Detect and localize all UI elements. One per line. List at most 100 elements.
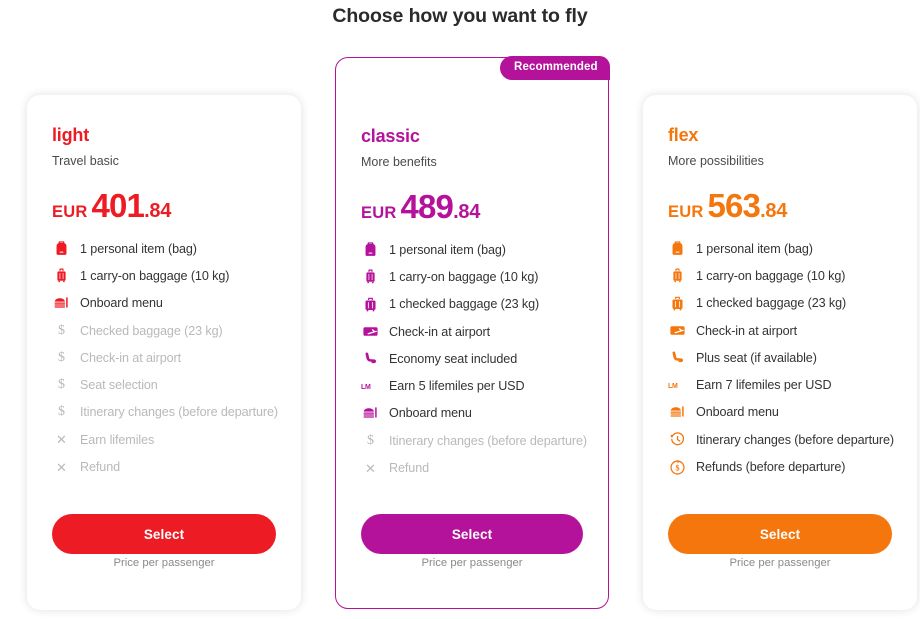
price-currency: EUR [52,203,88,221]
dollar-icon: $ [367,432,374,448]
price-per-passenger-note-flex: Price per passenger [729,557,831,569]
feature-label: Earn 5 lifemiles per USD [389,379,525,394]
feature-label: 1 personal item (bag) [696,241,813,256]
price-per-passenger-note-light: Price per passenger [113,557,215,569]
refund-icon: $ [668,458,687,477]
lifemiles-icon: LM [361,377,380,396]
feature-label: Itinerary changes (before departure) [696,432,895,447]
feature-label: Refund [389,461,430,476]
fare-name-classic: classic [361,126,420,146]
feature-item: Check-in at airport [361,318,590,345]
feature-item: Itinerary changes (before departure) [668,426,899,453]
price-decimal: .84 [144,200,172,222]
fare-card-light[interactable]: light Travel basic EUR 401.84 1 personal ite… [27,95,301,610]
feature-label: 1 personal item (bag) [389,242,506,257]
feature-label: Check-in at airport [696,323,797,338]
dollar-icon: $ [58,404,65,420]
select-button-classic[interactable]: Select [361,514,583,554]
feature-item: 1 checked baggage (23 kg) [361,291,590,318]
feature-item: Check-in at airport [668,317,899,344]
svg-text:$: $ [675,463,679,472]
feature-item: $ Check-in at airport [52,344,283,371]
lifemiles-icon: LM [668,376,687,395]
svg-text:LM: LM [361,384,371,391]
feature-label: Earn lifemiles [80,432,155,447]
fare-tagline-classic: More benefits [361,155,437,169]
feature-label: Seat selection [80,378,158,393]
feature-list-flex: 1 personal item (bag) 1 carry-on baggage … [668,235,899,481]
feature-item: $ Checked baggage (23 kg) [52,317,283,344]
feature-label: 1 carry-on baggage (10 kg) [696,268,846,283]
feature-label: Onboard menu [696,405,779,420]
feature-item: LM Earn 7 lifemiles per USD [668,371,899,398]
feature-label: Check-in at airport [80,350,181,365]
feature-list-classic: 1 personal item (bag) 1 carry-on baggage … [361,236,590,482]
feature-item: $ Seat selection [52,371,283,398]
onboard-menu-icon [52,294,71,313]
fare-card-classic[interactable]: Recommended classic More benefits EUR 489.84… [335,56,610,609]
feature-label: Check-in at airport [389,324,490,339]
feature-item: ✕ Refund [52,453,283,480]
checked-bag-icon [668,294,687,313]
price-per-passenger-note-classic: Price per passenger [421,557,523,569]
fare-card-inner-classic: Recommended classic More benefits EUR 489.84… [336,56,610,608]
feature-label: Checked baggage (23 kg) [80,323,223,338]
feature-list-light: 1 personal item (bag) 1 carry-on baggage … [52,235,283,481]
fare-name-flex: flex [668,125,699,145]
fare-card-flex[interactable]: flex More possibilities EUR 563.84 1 persona… [643,95,917,610]
fare-tagline-light: Travel basic [52,154,119,168]
price-integer: 563 [707,187,761,224]
fare-price-classic: EUR 489.84 [361,188,480,226]
feature-item: ✕ Earn lifemiles [52,426,283,453]
cross-icon: ✕ [56,459,67,475]
feature-label: Itinerary changes (before departure) [80,405,279,420]
price-integer: 401 [91,187,145,224]
feature-item: 1 personal item (bag) [361,236,590,263]
feature-item: 1 personal item (bag) [52,235,283,262]
feature-item: 1 carry-on baggage (10 kg) [361,263,590,290]
feature-item: LM Earn 5 lifemiles per USD [361,372,590,399]
feature-item: 1 carry-on baggage (10 kg) [668,262,899,289]
feature-item: ✕ Refund [361,454,590,481]
feature-label: Earn 7 lifemiles per USD [696,378,832,393]
price-integer: 489 [400,188,454,225]
feature-label: Economy seat included [389,351,518,366]
select-button-light[interactable]: Select [52,514,276,554]
select-button-flex[interactable]: Select [668,514,892,554]
cross-icon: ✕ [365,460,376,476]
feature-item: 1 carry-on baggage (10 kg) [52,262,283,289]
feature-label: Refunds (before departure) [696,460,846,475]
feature-label: Itinerary changes (before departure) [389,433,588,448]
feature-item: $ Itinerary changes (before departure) [361,427,590,454]
dollar-icon: $ [58,349,65,365]
dollar-icon: $ [58,322,65,338]
feature-item: Economy seat included [361,345,590,372]
recommended-badge: Recommended [500,56,610,80]
price-currency: EUR [361,204,397,222]
carryon-bag-icon [52,266,71,285]
feature-item: Onboard menu [361,400,590,427]
feature-item: $ Refunds (before departure) [668,453,899,480]
feature-item: 1 personal item (bag) [668,235,899,262]
feature-label: 1 checked baggage (23 kg) [696,296,847,311]
fare-card-inner-flex: flex More possibilities EUR 563.84 1 persona… [643,95,917,610]
feature-item: Onboard menu [668,399,899,426]
fare-price-light: EUR 401.84 [52,187,171,225]
price-decimal: .84 [453,201,481,223]
dollar-icon: $ [58,377,65,393]
feature-label: 1 checked baggage (23 kg) [389,297,540,312]
carryon-bag-icon [668,266,687,285]
svg-text:LM: LM [668,383,678,390]
boarding-pass-icon [361,322,380,341]
feature-label: 1 carry-on baggage (10 kg) [80,268,230,283]
fare-tagline-flex: More possibilities [668,154,764,168]
carryon-bag-icon [361,267,380,286]
fare-card-inner-light: light Travel basic EUR 401.84 1 personal ite… [27,95,301,610]
seat-icon [361,349,380,368]
fare-cards-container: light Travel basic EUR 401.84 1 personal ite… [0,0,920,619]
price-decimal: .84 [760,200,788,222]
cross-icon: ✕ [56,432,67,448]
seat-icon [668,348,687,367]
backpack-icon [361,240,380,259]
feature-item: 1 checked baggage (23 kg) [668,290,899,317]
